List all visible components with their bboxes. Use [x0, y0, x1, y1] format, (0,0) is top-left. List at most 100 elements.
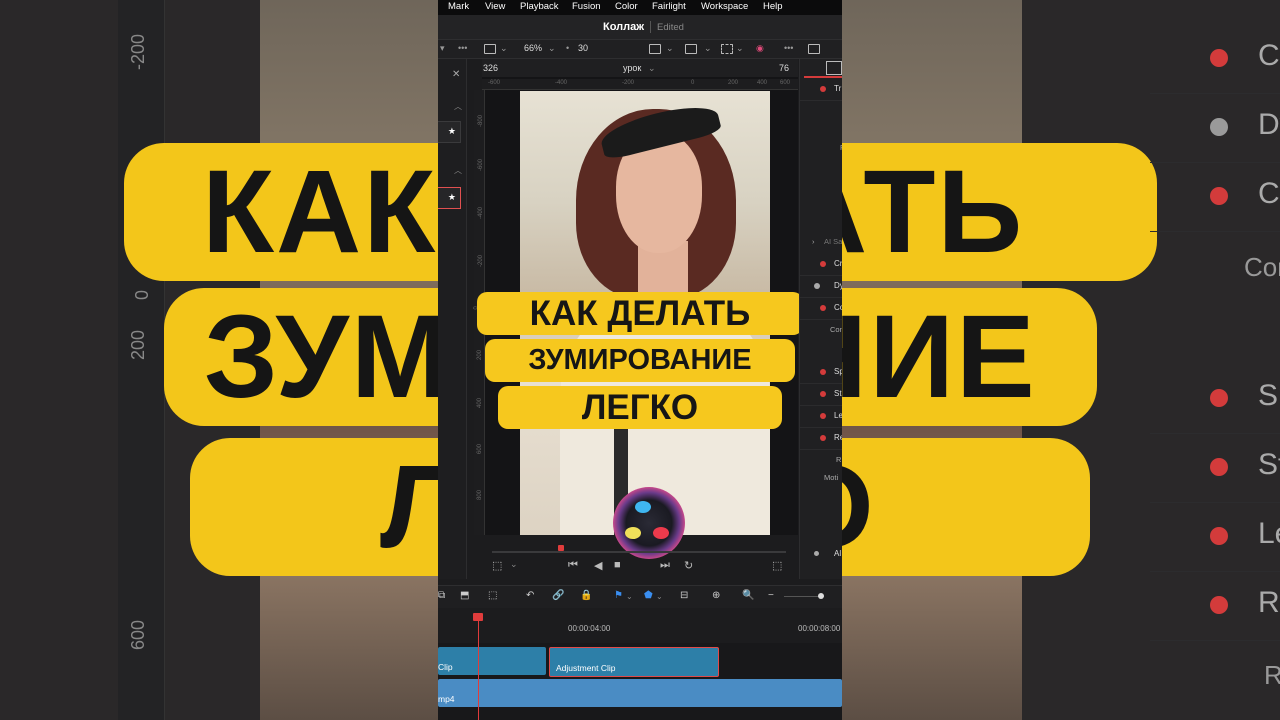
ghost-row: Re	[1150, 572, 1280, 641]
zoom-slider-handle[interactable]	[818, 593, 824, 599]
chevron-right-icon[interactable]: ›	[812, 237, 815, 246]
ghost-banner-1: АТЬ	[842, 143, 1157, 281]
close-icon[interactable]: ✕	[452, 69, 460, 80]
inspector-row-retime[interactable]: Re	[800, 428, 842, 450]
inspector-row-transform[interactable]: Tr	[800, 79, 842, 101]
effect-slot[interactable]: ★	[438, 121, 461, 143]
zoom-full-icon[interactable]: ⊟	[680, 590, 688, 601]
zoom-custom-icon[interactable]: 🔍	[742, 590, 754, 601]
viewer-toolbar: ▾ ••• ⌄ 66% ⌄ • 30 ⌄ ⌄ ⌄ ◉ •••	[438, 40, 842, 59]
inspector-row-alpha[interactable]: Al	[800, 544, 842, 565]
ruler-tick: 600	[780, 80, 791, 86]
effect-slot-selected[interactable]: ★	[438, 187, 461, 209]
options-icon[interactable]: •••	[458, 43, 467, 53]
menu-workspace[interactable]: Workspace	[701, 1, 748, 12]
inspector-row-cropping[interactable]: Cr	[800, 254, 842, 276]
inspector-row-speed[interactable]: Sp	[800, 362, 842, 384]
chevron-down-icon[interactable]: ⌄	[656, 592, 663, 601]
scrubber-playhead[interactable]	[558, 545, 564, 551]
timeline-playhead[interactable]	[473, 613, 483, 720]
chevron-down-icon[interactable]: ⌄	[626, 592, 633, 601]
flag-icon[interactable]: ⚑	[614, 590, 623, 601]
ghost-label: Cor	[1244, 252, 1280, 282]
menu-fusion[interactable]: Fusion	[572, 1, 601, 12]
chevron-down-icon[interactable]: ⌄	[500, 43, 508, 54]
fullscreen-icon[interactable]: ⬚	[772, 559, 782, 572]
timeline-clip[interactable]: Clip	[438, 647, 546, 675]
trim-tool-icon[interactable]: ⧉	[438, 590, 445, 601]
star-icon[interactable]: ★	[448, 126, 456, 137]
color-wheel-icon[interactable]: ◉	[756, 43, 764, 54]
ai-section-label[interactable]: AI Sa	[824, 237, 842, 246]
chevron-up-icon[interactable]: ︿	[454, 165, 462, 176]
layout-icon[interactable]	[484, 44, 496, 54]
inspector-field-label: F	[840, 143, 842, 152]
inspector-row-composite[interactable]: Co	[800, 298, 842, 320]
menu-playback[interactable]: Playback	[520, 1, 559, 12]
ghost-ruler-tick: 600	[128, 619, 148, 650]
ruler-tick: 400	[757, 80, 768, 86]
frame-rate[interactable]: 30	[578, 43, 588, 53]
inspector-field-label: Moti	[824, 473, 839, 482]
inspector-row-stabilization[interactable]: St	[800, 384, 842, 406]
link-icon[interactable]: 🔗	[552, 590, 564, 601]
crop-icon[interactable]	[721, 44, 733, 54]
stop-icon[interactable]: ■	[614, 559, 621, 571]
chevron-down-icon[interactable]: ⌄	[704, 43, 712, 54]
active-tab-indicator	[804, 76, 842, 78]
more-icon[interactable]: ▾	[440, 43, 445, 54]
skip-to-end-icon[interactable]: ⏭	[660, 559, 670, 572]
chevron-down-icon[interactable]: ⌄	[666, 43, 674, 54]
inspector-row-lens[interactable]: Le	[800, 406, 842, 428]
ghost-row: St	[1150, 434, 1280, 503]
options-icon[interactable]: •••	[784, 43, 793, 53]
lock-icon[interactable]: 🔒	[580, 590, 592, 601]
ghost-banner-3: О	[842, 438, 1090, 576]
inspector-row-dynamic-zoom[interactable]: Dy	[800, 276, 842, 298]
dynamic-trim-icon[interactable]: ⬒	[460, 590, 469, 601]
image-icon[interactable]	[808, 44, 820, 54]
ghost-banner-2: НИЕ	[842, 288, 1097, 426]
star-icon[interactable]: ★	[448, 192, 456, 203]
scrubber-bar[interactable]	[492, 545, 786, 553]
inspector-field-label: Com	[830, 325, 842, 334]
ruler-tick: 800	[477, 489, 484, 501]
chevron-down-icon[interactable]: ⌄	[510, 559, 518, 570]
chevron-down-icon[interactable]: ⌄	[736, 43, 744, 54]
timeline-ruler[interactable]: 00:00:04:00 00:00:08:00	[438, 615, 842, 644]
viewer-left-value: 326	[483, 63, 499, 73]
marker-icon[interactable]: ⬟	[644, 590, 653, 601]
ruler-tick: 400	[477, 397, 484, 409]
play-reverse-icon[interactable]: ◀	[594, 559, 602, 572]
menu-view[interactable]: View	[485, 1, 505, 12]
ruler-tick: 200	[728, 80, 739, 86]
inspector-icon[interactable]	[826, 61, 842, 75]
zoom-level[interactable]: 66%	[524, 43, 542, 53]
safe-area-icon[interactable]	[649, 44, 661, 54]
ruler-tick: -400	[478, 206, 485, 220]
viewer-info-bar: 326 урок ⌄ 76	[482, 59, 798, 77]
project-title-bar: Коллаж Edited	[438, 15, 842, 40]
adjustment-clip[interactable]: Adjustment Clip	[549, 647, 719, 677]
chevron-down-icon[interactable]: ⌄	[548, 43, 556, 54]
menu-fairlight[interactable]: Fairlight	[652, 1, 686, 12]
video-clip[interactable]: mp4	[438, 679, 842, 707]
clip-name[interactable]: урок	[623, 63, 641, 73]
ruler-tick: 0	[691, 80, 695, 86]
blade-tool-icon[interactable]: ⬚	[488, 590, 497, 601]
zoom-out-icon[interactable]: −	[768, 590, 774, 601]
chevron-down-icon[interactable]: ⌄	[648, 63, 656, 74]
menu-mark[interactable]: Mark	[448, 1, 469, 12]
transform-icon[interactable]	[685, 44, 697, 54]
ghost-row: Dy	[1150, 94, 1280, 163]
timecode: 00:00:04:00	[568, 624, 611, 633]
menu-color[interactable]: Color	[615, 1, 638, 12]
zoom-detail-icon[interactable]: ⊕	[712, 590, 720, 601]
chevron-up-icon[interactable]: ︿	[454, 101, 462, 112]
snapping-icon[interactable]: ↶	[526, 590, 534, 601]
skip-to-start-icon[interactable]: ⏮	[568, 559, 578, 572]
viewer-mode-icon[interactable]: ⬚	[492, 559, 502, 572]
inspector-field-label: R	[836, 455, 842, 464]
menu-help[interactable]: Help	[763, 1, 783, 12]
loop-icon[interactable]: ↻	[684, 559, 693, 572]
